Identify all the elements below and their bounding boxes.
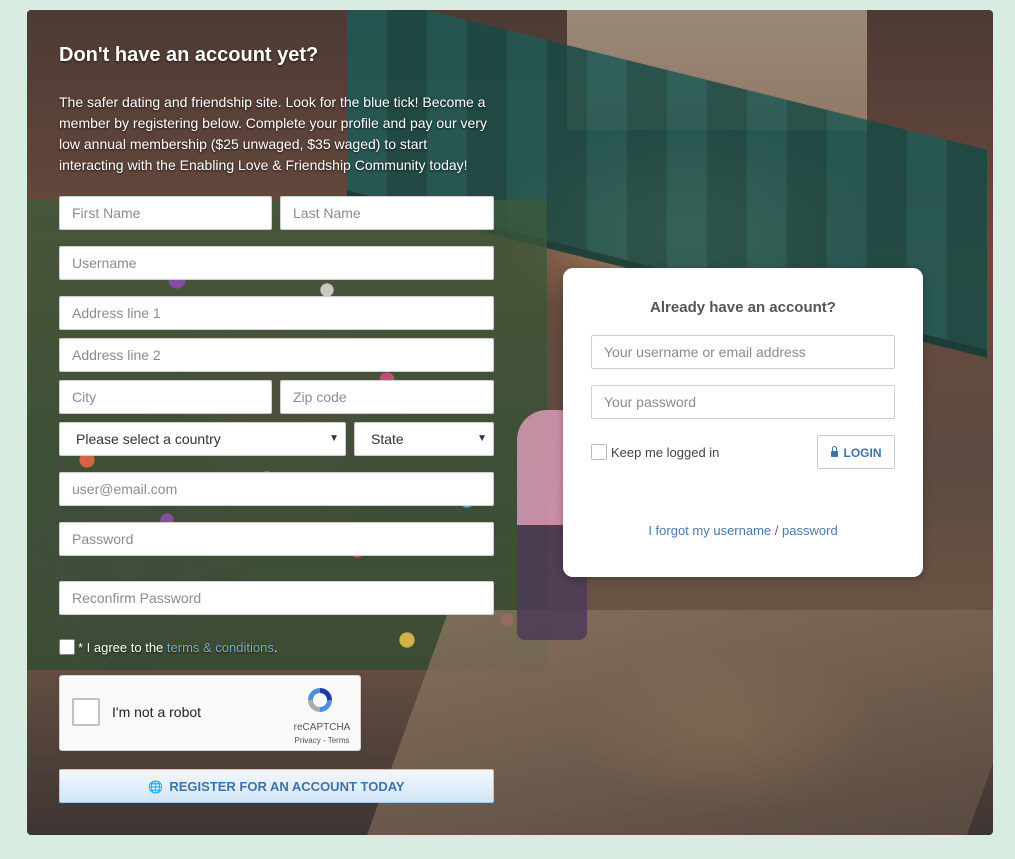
register-description: The safer dating and friendship site. Lo… — [59, 94, 487, 173]
register-button[interactable]: 🌐 REGISTER FOR AN ACCOUNT TODAY — [59, 769, 494, 803]
terms-prefix: * I agree to the — [78, 640, 167, 655]
recaptcha-links[interactable]: Privacy - Terms — [290, 736, 354, 745]
zip-code-input[interactable] — [280, 380, 494, 414]
recaptcha-logo-icon — [308, 688, 332, 712]
recaptcha-widget: I'm not a robot reCAPTCHA Privacy - Term… — [59, 675, 361, 751]
terms-link[interactable]: terms & conditions — [167, 640, 274, 655]
password-input[interactable] — [59, 522, 494, 556]
recaptcha-checkbox[interactable] — [72, 698, 100, 726]
terms-checkbox[interactable] — [59, 639, 75, 655]
last-name-input[interactable] — [280, 196, 494, 230]
terms-suffix: . — [273, 640, 278, 655]
address-line-1-input[interactable] — [59, 296, 494, 330]
chevron-down-icon: ▼ — [329, 433, 339, 444]
login-password-input[interactable] — [591, 385, 895, 419]
first-name-input[interactable] — [59, 196, 272, 230]
register-section: Don't have an account yet? The safer dat… — [59, 40, 494, 173]
forgot-username-link[interactable]: I forgot my username — [648, 523, 771, 538]
login-username-input[interactable] — [591, 335, 895, 369]
recaptcha-label: I'm not a robot — [112, 704, 202, 720]
state-select[interactable]: State ▼ — [354, 422, 494, 456]
login-title: Already have an account? — [650, 299, 836, 316]
reconfirm-password-input[interactable] — [59, 581, 494, 615]
country-select[interactable]: Please select a country ▼ — [59, 422, 346, 456]
terms-label: * I agree to the terms & conditions. — [78, 640, 277, 655]
login-card: Already have an account? Keep me logged … — [563, 268, 923, 577]
username-input[interactable] — [59, 246, 494, 280]
register-title: Don't have an account yet? — [59, 44, 319, 66]
state-select-value: State — [371, 431, 404, 447]
globe-icon: 🌐 — [148, 780, 164, 794]
login-button-label: LOGIN — [843, 446, 882, 460]
keep-logged-in-checkbox[interactable] — [591, 444, 607, 460]
keep-logged-in-label: Keep me logged in — [611, 445, 720, 460]
forgot-password-link[interactable]: password — [782, 523, 838, 538]
lock-icon — [830, 446, 838, 457]
chevron-down-icon: ▼ — [477, 433, 487, 444]
recaptcha-brand: reCAPTCHA — [293, 722, 351, 733]
login-button[interactable]: LOGIN — [817, 435, 895, 469]
register-button-label: REGISTER FOR AN ACCOUNT TODAY — [169, 779, 405, 794]
forgot-separator: / — [774, 523, 779, 538]
city-input[interactable] — [59, 380, 272, 414]
country-select-value: Please select a country — [76, 431, 221, 447]
address-line-2-input[interactable] — [59, 338, 494, 372]
email-input[interactable] — [59, 472, 494, 506]
forgot-links: I forgot my username / password — [563, 523, 923, 538]
